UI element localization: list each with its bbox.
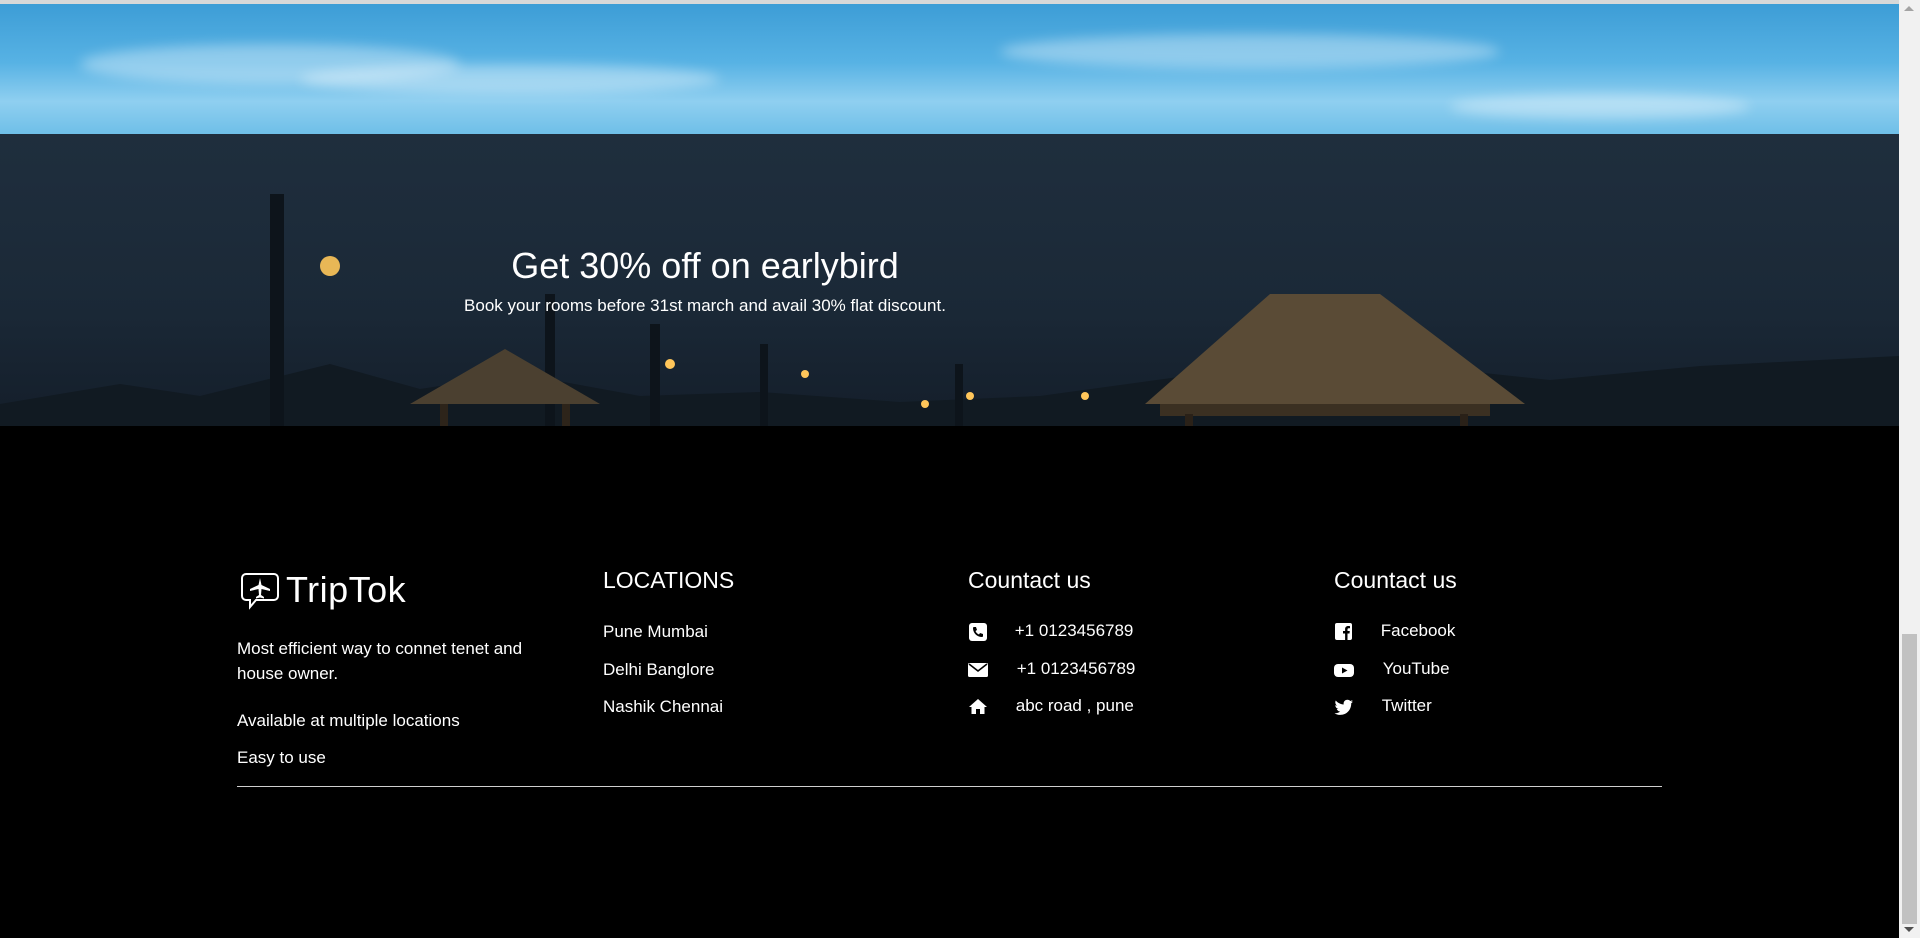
contact-phone[interactable]: +1 0123456789 [968,621,1133,642]
envelope-icon [968,662,988,677]
locations-heading: LOCATIONS [603,567,735,593]
social-facebook[interactable]: Facebook [1334,621,1455,642]
location-link[interactable]: Delhi Banglore [603,660,715,680]
brand-name: TripTok [286,569,407,610]
social-twitter[interactable]: Twitter [1334,696,1432,717]
contact-text: +1 0123456789 [1016,659,1136,678]
vertical-scrollbar[interactable] [1899,0,1920,938]
promo-subtitle: Book your rooms before 31st march and av… [464,296,946,315]
cloud [1450,94,1750,119]
phone-icon [969,622,987,641]
home-icon [969,698,987,714]
social-label: Facebook [1380,621,1456,640]
contact-text: abc road , pune [1015,696,1134,715]
contact-heading: Countact us [968,567,1091,593]
airplane-chat-icon [241,573,279,610]
footer-divider [237,786,1662,787]
scrollbar-thumb[interactable] [1902,634,1917,924]
scroll-down-arrow-icon[interactable] [1904,927,1914,932]
promo-banner: Get 30% off on earlybird Book your rooms… [0,4,1899,426]
about-line: Easy to use [237,748,326,767]
promo-text: Get 30% off on earlybird Book your rooms… [430,244,980,316]
social-label: YouTube [1382,659,1450,678]
location-link[interactable]: Nashik Chennai [603,697,723,717]
about-line: Available at multiple locations [237,711,460,730]
brand-logo[interactable]: TripTok [240,570,406,610]
twitter-icon [1334,699,1353,715]
about-line: Most efficient way to connet tenet and h… [237,639,523,683]
cloud [1000,34,1500,69]
location-link[interactable]: Pune Mumbai [603,622,708,642]
youtube-icon [1334,663,1354,677]
cloud [300,64,720,94]
contact-address[interactable]: abc road , pune [968,696,1134,717]
social-heading: Countact us [1334,567,1457,593]
locations-column: LOCATIONS Pune Mumbai Delhi Banglore Nas… [603,566,735,716]
contact-text: +1 0123456789 [1014,621,1134,640]
contact-email[interactable]: +1 0123456789 [968,659,1135,680]
facebook-icon [1335,622,1352,640]
site-footer: TripTok Most efficient way to connet ten… [0,426,1899,938]
scroll-up-arrow-icon[interactable] [1904,6,1914,11]
social-label: Twitter [1381,696,1432,715]
social-column: Countact us Facebook YouTube Twitter [1334,566,1457,715]
promo-title: Get 30% off on earlybird [511,245,899,286]
social-youtube[interactable]: YouTube [1334,659,1450,680]
contact-column: Countact us +1 0123456789 +1 0123456789 … [968,566,1135,715]
